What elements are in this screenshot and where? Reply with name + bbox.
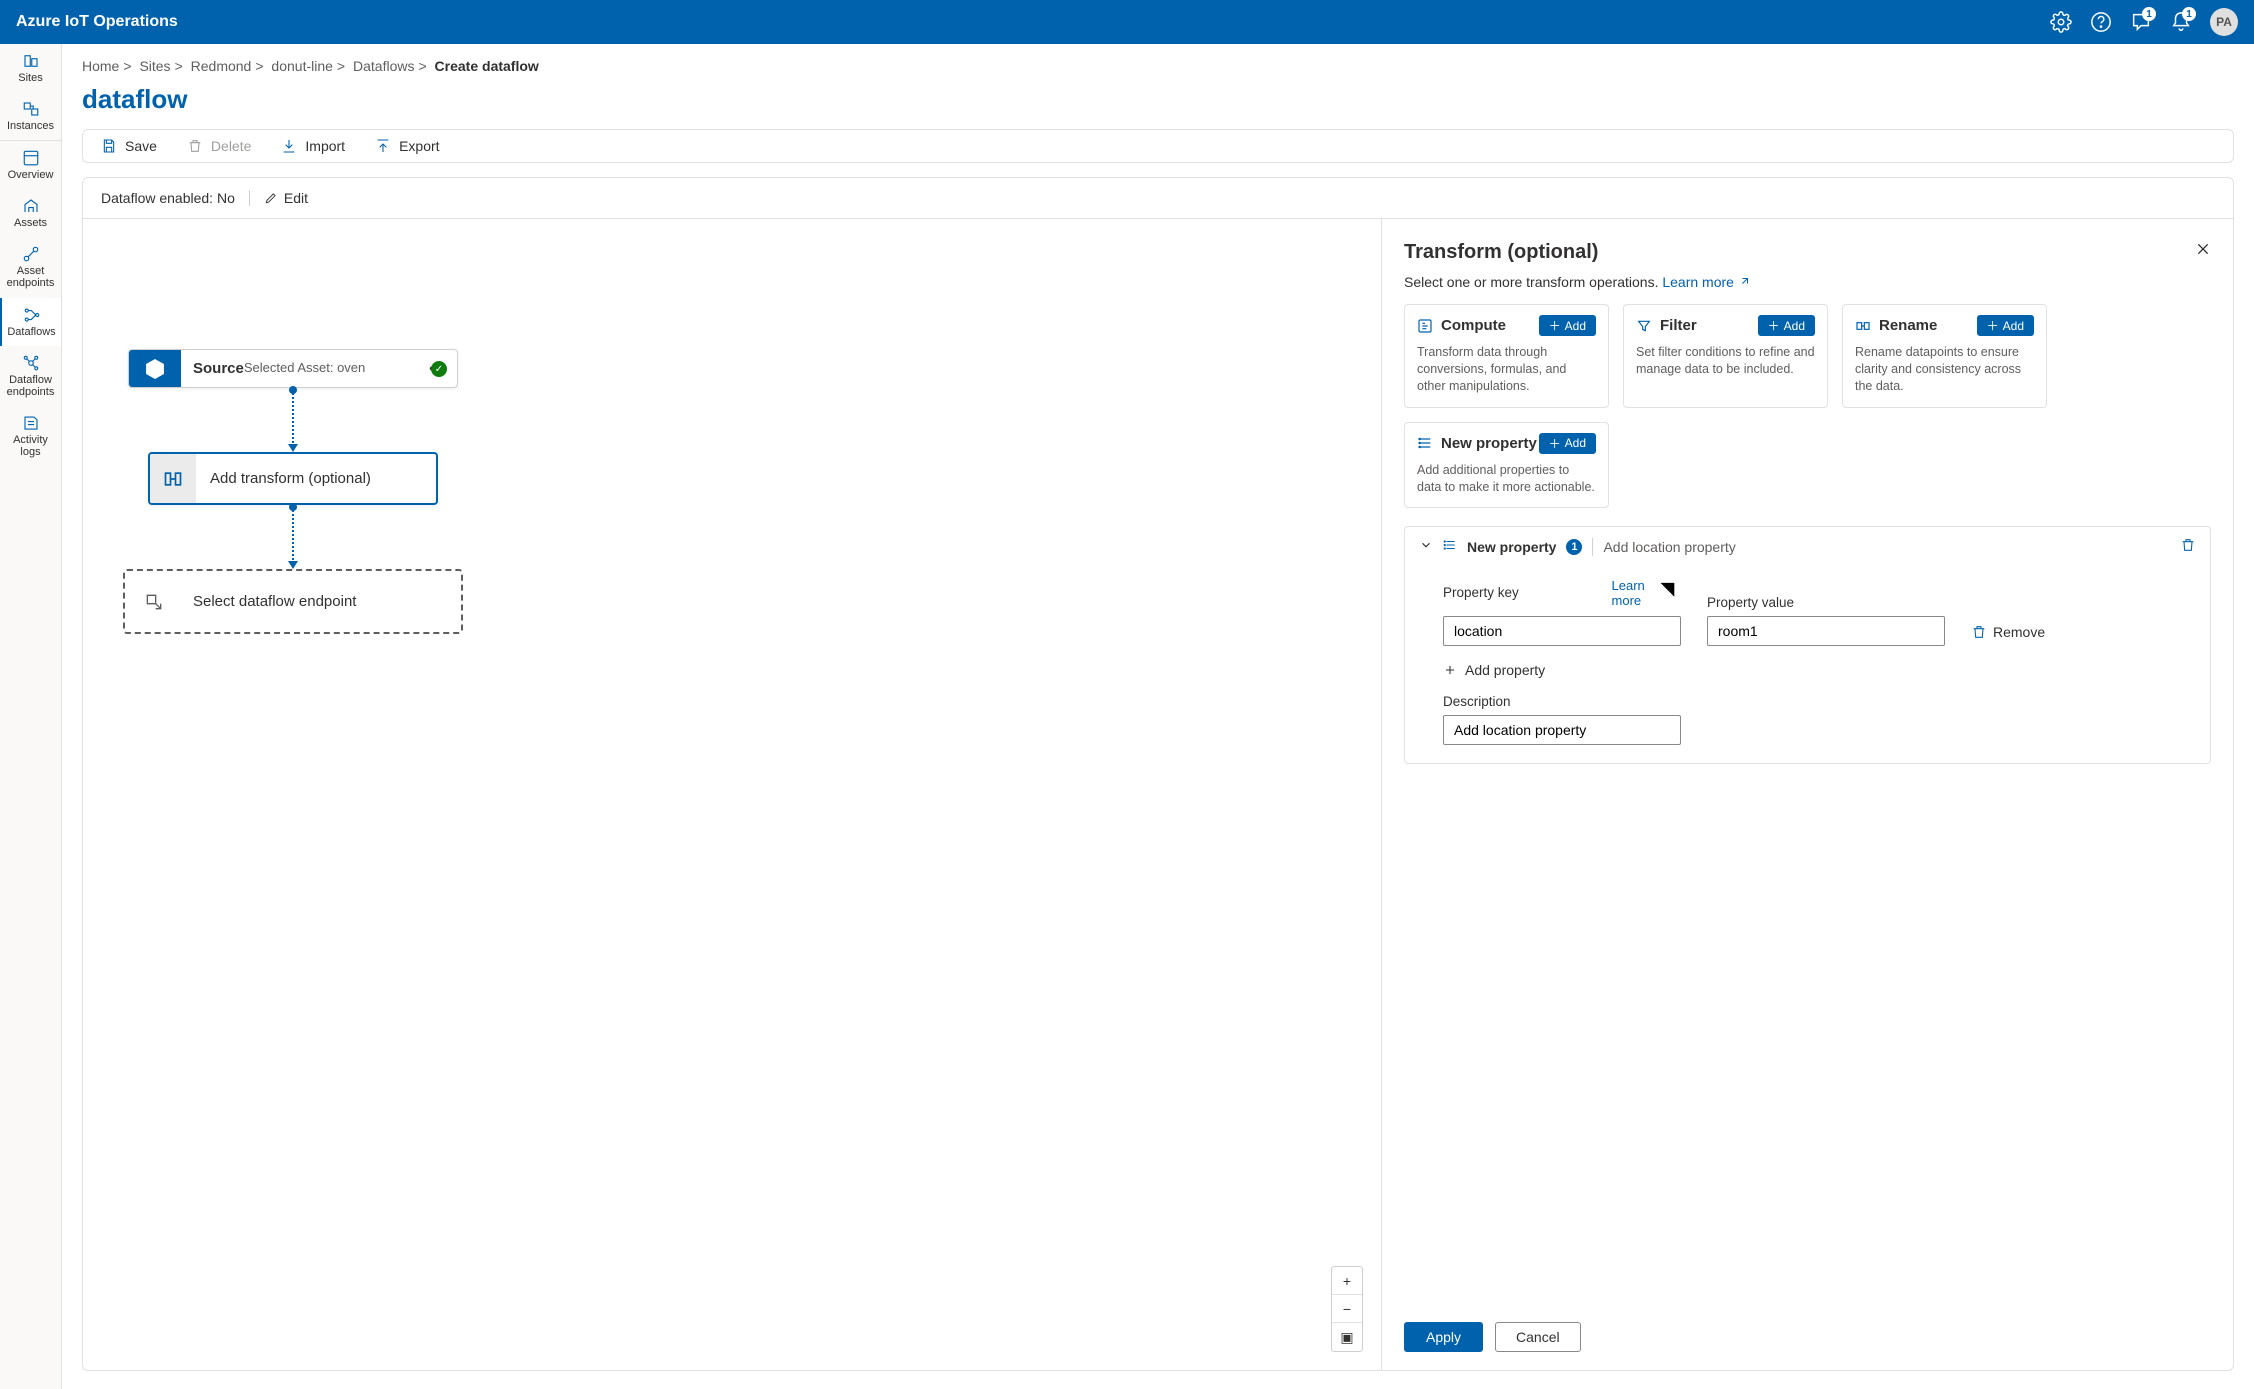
- nav-activity-logs[interactable]: Activity logs: [0, 406, 61, 466]
- cube-icon: [129, 350, 181, 387]
- breadcrumb-item[interactable]: Sites: [139, 58, 170, 74]
- export-button[interactable]: Export: [375, 138, 439, 154]
- breadcrumb-item[interactable]: donut-line: [271, 58, 333, 74]
- endpoint-icon: [125, 571, 183, 632]
- breadcrumb-current: Create dataflow: [435, 58, 539, 74]
- delete-section-icon[interactable]: [2180, 537, 2196, 556]
- property-key-input[interactable]: [1443, 616, 1681, 646]
- notifications-icon[interactable]: 1: [2170, 11, 2192, 33]
- add-compute-button[interactable]: ＋ Add: [1539, 315, 1596, 336]
- property-value-input[interactable]: [1707, 616, 1945, 646]
- transform-node[interactable]: Add transform (optional): [148, 452, 438, 505]
- op-compute: Compute ＋ Add Transform data through con…: [1404, 304, 1609, 408]
- op-rename: Rename ＋ Add Rename datapoints to ensure…: [1842, 304, 2047, 408]
- dataflow-canvas[interactable]: Source Selected Asset: oven •••: [83, 219, 1381, 1370]
- left-nav: Sites Instances Overview Assets Asset en…: [0, 44, 62, 1389]
- feedback-badge: 1: [2142, 7, 2156, 21]
- app-title: Azure IoT Operations: [16, 13, 178, 31]
- settings-icon[interactable]: [2050, 11, 2072, 33]
- new-property-section: New property 1 Add location property: [1404, 526, 2211, 763]
- nav-sites[interactable]: Sites: [0, 44, 61, 92]
- close-icon[interactable]: [2195, 241, 2211, 260]
- import-button[interactable]: Import: [281, 138, 345, 154]
- learn-more-link[interactable]: Learn more: [1662, 274, 1749, 290]
- nav-dataflow-endpoints[interactable]: Dataflow endpoints: [0, 346, 61, 406]
- fit-button[interactable]: ▣: [1332, 1323, 1362, 1351]
- toolbar: Save Delete Import Export: [82, 129, 2234, 163]
- nav-instances[interactable]: Instances: [0, 92, 61, 140]
- delete-button: Delete: [187, 138, 251, 154]
- nav-dataflows[interactable]: Dataflows: [0, 298, 61, 346]
- top-header: Azure IoT Operations 1 1 PA: [0, 0, 2254, 44]
- nav-asset-endpoints[interactable]: Asset endpoints: [0, 237, 61, 297]
- add-filter-button[interactable]: ＋ Add: [1758, 315, 1815, 336]
- add-newproperty-button[interactable]: ＋ Add: [1539, 433, 1596, 454]
- nav-overview[interactable]: Overview: [0, 141, 61, 189]
- remove-property-button[interactable]: Remove: [1971, 624, 2045, 646]
- op-filter: Filter ＋ Add Set filter conditions to re…: [1623, 304, 1828, 408]
- list-icon: [1443, 538, 1457, 555]
- property-count-badge: 1: [1566, 539, 1582, 555]
- transform-panel: Transform (optional) Select one or more …: [1381, 219, 2233, 1370]
- operations-grid: Compute ＋ Add Transform data through con…: [1382, 304, 2233, 526]
- add-rename-button[interactable]: ＋ Add: [1977, 315, 2034, 336]
- zoom-in-button[interactable]: +: [1332, 1267, 1362, 1295]
- dataflow-status-row: Dataflow enabled: No Edit: [83, 178, 2233, 219]
- chevron-down-icon[interactable]: [1419, 538, 1433, 555]
- transform-icon: [150, 454, 196, 503]
- panel-title: Transform (optional): [1404, 241, 1598, 264]
- page-title: dataflow: [82, 80, 2234, 129]
- notifications-badge: 1: [2182, 7, 2196, 21]
- cancel-button[interactable]: Cancel: [1495, 1322, 1581, 1352]
- zoom-controls: + − ▣: [1331, 1266, 1363, 1352]
- add-property-button[interactable]: Add property: [1443, 662, 2190, 678]
- breadcrumb-item[interactable]: Redmond: [191, 58, 252, 74]
- dataflow-enabled-label: Dataflow enabled: No: [101, 190, 235, 206]
- edit-enabled-button[interactable]: Edit: [249, 190, 308, 206]
- breadcrumb-item[interactable]: Home: [82, 58, 119, 74]
- save-button[interactable]: Save: [101, 138, 157, 154]
- learn-more-key-link[interactable]: Learn more: [1612, 576, 1681, 609]
- user-avatar[interactable]: PA: [2210, 8, 2238, 36]
- description-input[interactable]: [1443, 715, 1681, 745]
- zoom-out-button[interactable]: −: [1332, 1295, 1362, 1323]
- source-node[interactable]: Source Selected Asset: oven •••: [128, 349, 458, 388]
- feedback-icon[interactable]: 1: [2130, 11, 2152, 33]
- op-new-property: New property ＋ Add Add additional proper…: [1404, 422, 1609, 509]
- breadcrumb-item[interactable]: Dataflows: [353, 58, 414, 74]
- nav-assets[interactable]: Assets: [0, 189, 61, 237]
- endpoint-node[interactable]: Select dataflow endpoint: [123, 569, 463, 634]
- success-icon: [431, 361, 447, 377]
- apply-button[interactable]: Apply: [1404, 1322, 1483, 1352]
- breadcrumb: Home> Sites> Redmond> donut-line> Datafl…: [82, 44, 2234, 80]
- help-icon[interactable]: [2090, 11, 2112, 33]
